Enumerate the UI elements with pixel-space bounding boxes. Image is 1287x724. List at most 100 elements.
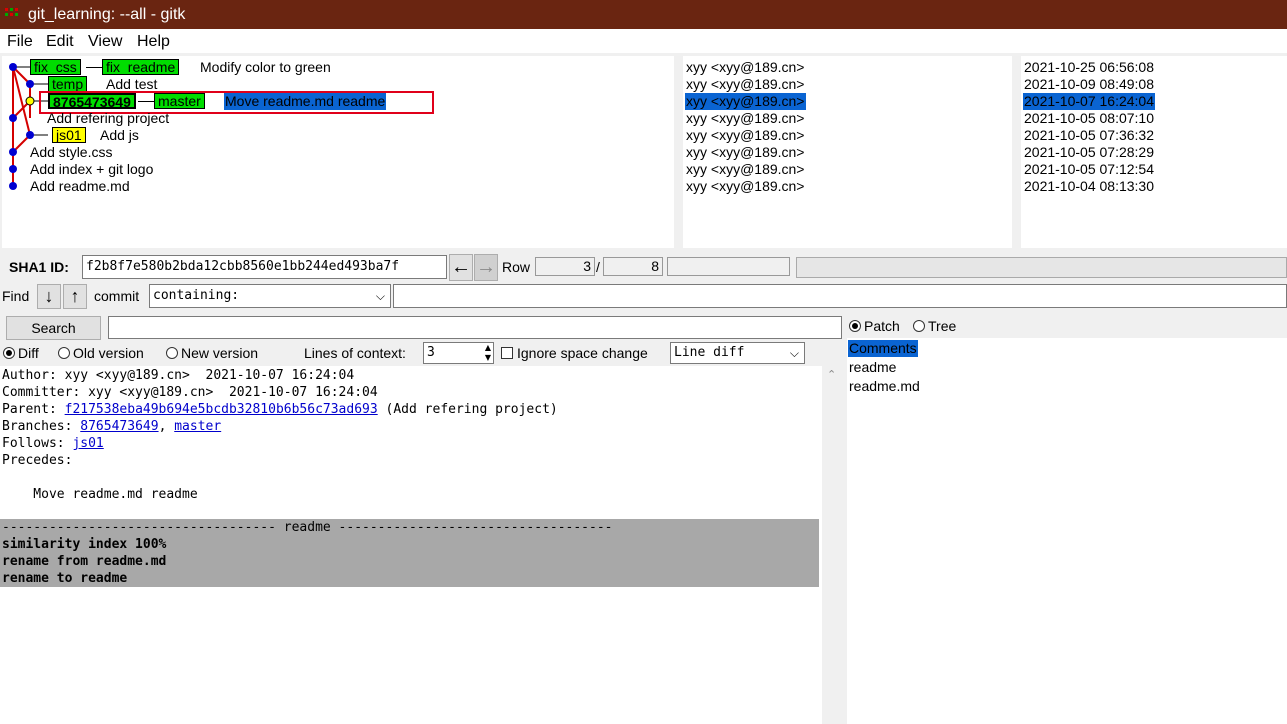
precedes-line: Precedes:	[2, 453, 73, 468]
radio-on-icon	[3, 347, 15, 359]
author-list-pane[interactable]: xyy <xyy@189.cn> xyy <xyy@189.cn> xyy <x…	[683, 56, 1012, 248]
title-bar: git_learning: --all - gitk	[0, 0, 1287, 29]
follows-link[interactable]: js01	[72, 436, 103, 451]
tag-temp[interactable]: temp	[48, 76, 88, 92]
branch-link-master[interactable]: master	[174, 419, 221, 434]
search-button[interactable]: Search	[6, 316, 101, 340]
find-mode-value: containing:	[153, 288, 240, 303]
branches-line: Branches: 8765473649, master	[2, 419, 222, 434]
diff-file-header: ----------------------------------- read…	[2, 520, 613, 535]
file-item[interactable]: readme	[849, 359, 896, 376]
commit-date[interactable]: 2021-10-05 08:07:10	[1024, 110, 1154, 127]
menu-help[interactable]: Help	[137, 33, 170, 51]
commit-author[interactable]: xyy <xyy@189.cn>	[686, 144, 805, 161]
tag-js01[interactable]: js01	[52, 127, 86, 143]
row-total: 8	[603, 257, 663, 276]
commit-author[interactable]: xyy <xyy@189.cn>	[686, 76, 805, 93]
commit-date[interactable]: 2021-10-25 06:56:08	[1024, 59, 1154, 76]
commit-message[interactable]: Modify color to green	[200, 59, 331, 76]
commit-message[interactable]: Add index + git logo	[30, 161, 153, 178]
context-value: 3	[427, 345, 435, 360]
commit-date[interactable]: 2021-10-09 08:49:08	[1024, 76, 1154, 93]
follows-line: Follows: js01	[2, 436, 104, 451]
search-input[interactable]	[108, 316, 842, 339]
menu-file[interactable]: File	[7, 33, 33, 51]
arrow-up-icon: ↑	[70, 286, 80, 306]
commit-message[interactable]: Add readme.md	[30, 178, 130, 195]
file-item-comments[interactable]: Comments	[848, 340, 918, 357]
commit-list-pane[interactable]: fix_css fix_readme Modify color to green…	[2, 56, 674, 248]
commit-author[interactable]: xyy <xyy@189.cn>	[686, 178, 805, 195]
parent-line: Parent: f217538eba49b694e5bcdb32810b6b56…	[2, 402, 558, 417]
arrow-right-icon: →	[476, 256, 496, 278]
window-title: git_learning: --all - gitk	[28, 6, 186, 23]
new-version-radio[interactable]: New version	[166, 345, 258, 361]
forward-button[interactable]: →	[474, 254, 498, 281]
radio-on-icon	[849, 320, 861, 332]
tag-connector	[86, 67, 102, 68]
diff-line: similarity index 100%	[2, 537, 167, 552]
committer-line: Committer: xyy <xyy@189.cn> 2021-10-07 1…	[2, 385, 378, 400]
radio-off-icon	[913, 320, 925, 332]
commit-message[interactable]: Add style.css	[30, 144, 112, 161]
menu-view[interactable]: View	[88, 33, 122, 51]
diff-line: rename from readme.md	[2, 554, 167, 569]
author-line: Author: xyy <xyy@189.cn> 2021-10-07 16:2…	[2, 368, 355, 383]
scroll-up-icon[interactable]: ⌃	[827, 368, 836, 381]
commit-date[interactable]: 2021-10-04 08:13:30	[1024, 178, 1154, 195]
status-area	[796, 257, 1287, 278]
commit-author-selected[interactable]: xyy <xyy@189.cn>	[685, 93, 806, 110]
diff-mode-select[interactable]: Line diff ⌵	[670, 342, 805, 364]
row-current: 3	[535, 257, 595, 276]
arrow-left-icon: ←	[451, 256, 471, 278]
tag-fix-readme[interactable]: fix_readme	[102, 59, 180, 75]
commit-author[interactable]: xyy <xyy@189.cn>	[686, 110, 805, 127]
file-list-pane[interactable]: Comments readme readme.md	[847, 338, 1287, 724]
back-button[interactable]: ←	[449, 254, 473, 281]
row-label: Row	[502, 259, 531, 275]
find-mode-select[interactable]: containing: ⌵	[149, 284, 391, 308]
sha1-label: SHA1 ID:	[9, 259, 69, 275]
radio-off-icon	[166, 347, 178, 359]
details-scrollbar[interactable]: ⌃	[822, 366, 844, 724]
diff-mode-value: Line diff	[674, 345, 745, 360]
date-list-pane[interactable]: 2021-10-25 06:56:08 2021-10-09 08:49:08 …	[1021, 56, 1287, 248]
commit-author[interactable]: xyy <xyy@189.cn>	[686, 127, 805, 144]
commit-date[interactable]: 2021-10-05 07:36:32	[1024, 127, 1154, 144]
find-input[interactable]	[393, 284, 1287, 308]
old-version-radio[interactable]: Old version	[58, 345, 144, 361]
diff-radio[interactable]: Diff	[3, 345, 39, 361]
commit-message[interactable]: Add js	[100, 127, 139, 144]
arrow-down-icon: ↓	[44, 286, 54, 306]
context-label: Lines of context:	[304, 345, 406, 361]
progress-bar	[667, 257, 790, 276]
commit-message[interactable]: Add refering project	[47, 110, 169, 127]
gitk-icon	[5, 8, 21, 22]
commit-details-pane[interactable]: Author: xyy <xyy@189.cn> 2021-10-07 16:2…	[0, 366, 822, 724]
find-next-button[interactable]: ↓	[37, 284, 61, 309]
patch-radio[interactable]: Patch	[849, 318, 900, 334]
commit-date[interactable]: 2021-10-05 07:12:54	[1024, 161, 1154, 178]
tag-fix-css[interactable]: fix_css	[30, 59, 81, 75]
commit-date[interactable]: 2021-10-05 07:28:29	[1024, 144, 1154, 161]
menu-edit[interactable]: Edit	[46, 33, 74, 51]
find-type[interactable]: commit	[94, 288, 139, 304]
tree-radio[interactable]: Tree	[913, 318, 956, 334]
commit-date-selected[interactable]: 2021-10-07 16:24:04	[1023, 93, 1155, 110]
ignore-space-checkbox[interactable]: Ignore space change	[501, 345, 648, 361]
file-item[interactable]: readme.md	[849, 378, 920, 395]
context-spinbox[interactable]: 3 ▲ ▼	[423, 342, 494, 364]
find-prev-button[interactable]: ↑	[63, 284, 87, 309]
spinner-arrows-icon[interactable]: ▲ ▼	[485, 343, 491, 363]
branch-link-8765473649[interactable]: 8765473649	[80, 419, 158, 434]
row-separator: /	[596, 259, 600, 275]
commit-author[interactable]: xyy <xyy@189.cn>	[686, 59, 805, 76]
chevron-down-icon: ⌵	[375, 289, 385, 303]
parent-link[interactable]: f217538eba49b694e5bcdb32810b6b56c73ad693	[65, 402, 378, 417]
radio-off-icon	[58, 347, 70, 359]
diff-line: rename to readme	[2, 571, 128, 586]
sha1-field[interactable]: f2b8f7e580b2bda12cbb8560e1bb244ed493ba7f	[82, 255, 447, 279]
menu-bar: File Edit View Help	[0, 29, 1287, 53]
commit-author[interactable]: xyy <xyy@189.cn>	[686, 161, 805, 178]
chevron-down-icon: ⌵	[789, 346, 799, 360]
